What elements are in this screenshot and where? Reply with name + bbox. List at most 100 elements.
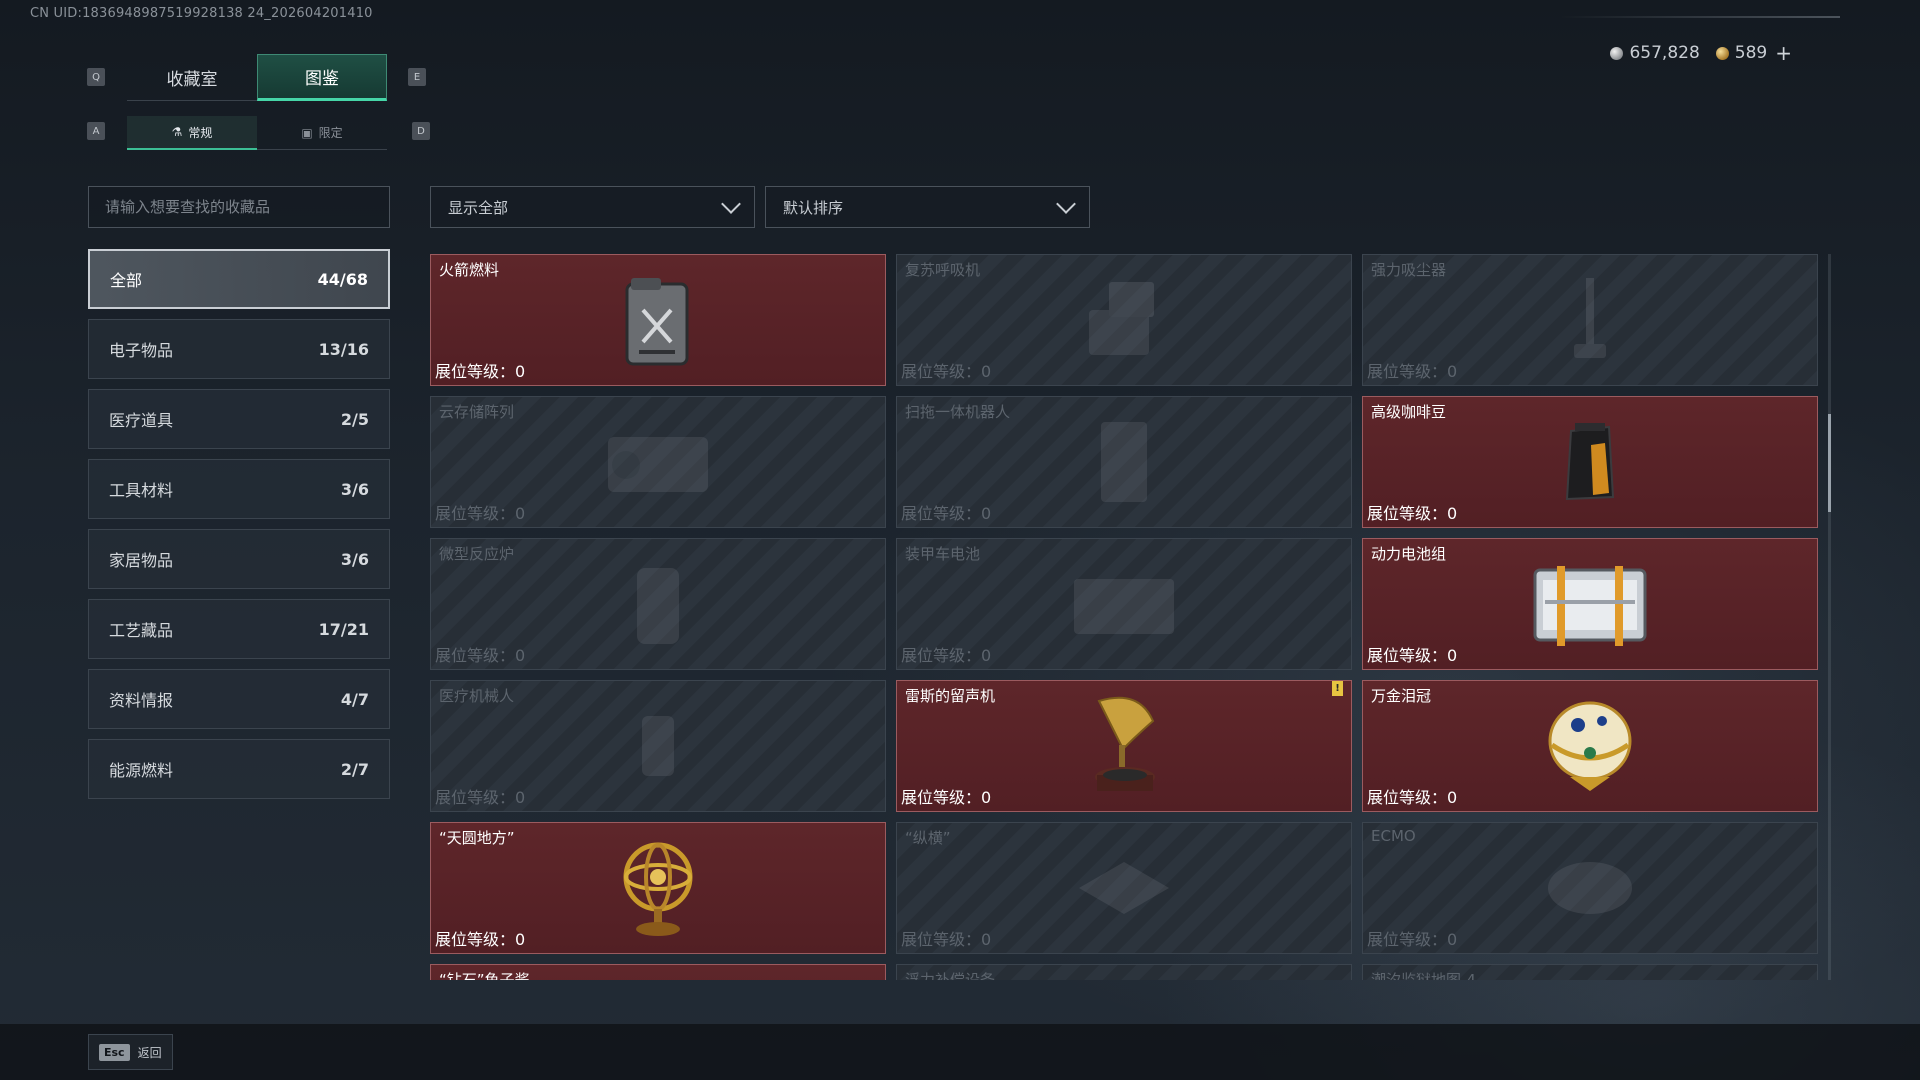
item-card[interactable]: “钻石”鱼子酱 <box>430 964 886 980</box>
item-name: “天圆地方” <box>439 829 515 847</box>
uid-label: CN UID:1836948987519928138 24_2026042014… <box>30 6 373 21</box>
item-level: 展位等级：0 <box>901 362 992 381</box>
item-name: 微型反应炉 <box>439 545 515 563</box>
coffee-bag-icon <box>1565 423 1615 501</box>
item-level: 展位等级：0 <box>1367 930 1458 949</box>
fuel-can-icon <box>625 278 689 366</box>
category-label: 工艺藏品 <box>109 621 174 640</box>
category-count: 13/16 <box>318 339 369 359</box>
category-label: 全部 <box>110 271 143 290</box>
category-count: 4/7 <box>340 689 369 709</box>
category-all[interactable]: 全部 44/68 <box>88 249 390 309</box>
item-name: 复苏呼吸机 <box>905 261 981 279</box>
category-label: 电子物品 <box>109 341 174 360</box>
jeweled-egg-icon <box>1548 701 1632 791</box>
item-level: 展位等级：0 <box>901 646 992 665</box>
back-button[interactable]: Esc 返回 <box>88 1034 173 1070</box>
filter-value: 显示全部 <box>448 198 509 217</box>
sort-value: 默认排序 <box>783 198 844 217</box>
key-a-hint: A <box>87 122 105 140</box>
category-label: 医疗道具 <box>109 411 174 430</box>
item-card[interactable]: 微型反应炉 展位等级：0 <box>430 538 886 670</box>
item-card[interactable]: 雷斯的留声机 ! 展位等级：0 <box>896 680 1352 812</box>
item-card[interactable]: ECMO 展位等级：0 <box>1362 822 1818 954</box>
gold-currency: 589 + <box>1715 43 1792 63</box>
item-card[interactable]: 云存储阵列 展位等级：0 <box>430 396 886 528</box>
item-card[interactable]: “纵横” 展位等级：0 <box>896 822 1352 954</box>
sort-dropdown[interactable]: 默认排序 <box>765 186 1090 228</box>
filter-dropdown[interactable]: 显示全部 <box>430 186 755 228</box>
search-input[interactable] <box>88 186 390 228</box>
tab-codex[interactable]: 图鉴 <box>257 54 387 101</box>
silver-amount: 657,828 <box>1629 43 1700 63</box>
add-currency-button[interactable]: + <box>1775 43 1792 63</box>
silver-currency: 657,828 <box>1610 43 1700 63</box>
item-card[interactable]: 动力电池组 展位等级：0 <box>1362 538 1818 670</box>
main-tabs: 收藏室 图鉴 <box>127 54 387 101</box>
category-count: 2/7 <box>340 759 369 779</box>
item-name: 云存储阵列 <box>439 403 515 421</box>
item-level: 展位等级：0 <box>901 930 992 949</box>
item-level: 展位等级：0 <box>435 930 526 949</box>
gold-amount: 589 <box>1734 43 1768 63</box>
subtab-limited-label: 限定 <box>318 126 343 140</box>
key-q-hint: Q <box>87 68 105 86</box>
category-intel[interactable]: 资料情报 4/7 <box>88 669 390 729</box>
subtab-regular-label: 常规 <box>188 125 213 140</box>
scrollbar-track[interactable] <box>1828 254 1831 980</box>
item-card[interactable]: 装甲车电池 展位等级：0 <box>896 538 1352 670</box>
item-name: 万金泪冠 <box>1371 687 1432 705</box>
item-card[interactable]: 浮力补偿设备 <box>896 964 1352 980</box>
subtab-regular[interactable]: ⚗ 常规 <box>127 116 257 150</box>
scrollbar-thumb[interactable] <box>1828 414 1831 512</box>
item-card[interactable]: 扫拖一体机器人 展位等级：0 <box>896 396 1352 528</box>
armillary-sphere-icon <box>623 842 693 936</box>
medical-robot-icon <box>642 716 674 776</box>
chevron-down-icon <box>1056 193 1076 214</box>
category-medical[interactable]: 医疗道具 2/5 <box>88 389 390 449</box>
item-name: 装甲车电池 <box>905 545 981 563</box>
category-crafts[interactable]: 工艺藏品 17/21 <box>88 599 390 659</box>
item-card[interactable]: 火箭燃料 展位等级：0 <box>430 254 886 386</box>
item-name: “钻石”鱼子酱 <box>439 971 530 980</box>
subtab-limited[interactable]: ▣ 限定 <box>257 116 387 150</box>
category-household[interactable]: 家居物品 3/6 <box>88 529 390 589</box>
item-level: 展位等级：0 <box>1367 646 1458 665</box>
category-energy[interactable]: 能源燃料 2/7 <box>88 739 390 799</box>
bottom-bar <box>0 1024 1920 1080</box>
item-card[interactable]: 潮汐监狱地图-4 <box>1362 964 1818 980</box>
esc-key-icon: Esc <box>99 1043 130 1061</box>
item-level: 展位等级：0 <box>435 788 526 807</box>
key-e-hint: E <box>408 68 426 86</box>
robot-vacuum-icon <box>1101 422 1147 502</box>
top-divider <box>1560 16 1840 18</box>
category-electronics[interactable]: 电子物品 13/16 <box>88 319 390 379</box>
category-label: 家居物品 <box>109 551 174 570</box>
item-card[interactable]: 高级咖啡豆 展位等级：0 <box>1362 396 1818 528</box>
item-card[interactable]: 强力吸尘器 展位等级：0 <box>1362 254 1818 386</box>
item-level: 展位等级：0 <box>1367 504 1458 523</box>
tab-collection-room[interactable]: 收藏室 <box>127 54 257 101</box>
currency-bar: 657,828 589 + <box>1610 42 1792 64</box>
category-count: 3/6 <box>340 479 369 499</box>
vacuum-icon <box>1574 278 1606 358</box>
ecmo-icon <box>1548 862 1632 914</box>
item-card[interactable]: “天圆地方” 展位等级：0 <box>430 822 886 954</box>
item-card[interactable]: 医疗机械人 展位等级：0 <box>430 680 886 812</box>
item-name: 浮力补偿设备 <box>905 971 996 980</box>
category-label: 工具材料 <box>109 481 174 500</box>
item-card[interactable]: 复苏呼吸机 展位等级：0 <box>896 254 1352 386</box>
item-card[interactable]: 万金泪冠 展位等级：0 <box>1362 680 1818 812</box>
item-level: 展位等级：0 <box>435 504 526 523</box>
item-name: 雷斯的留声机 <box>905 687 996 705</box>
category-tools[interactable]: 工具材料 3/6 <box>88 459 390 519</box>
ventilator-icon <box>1089 282 1154 355</box>
item-name: 医疗机械人 <box>439 687 515 705</box>
item-grid: 火箭燃料 展位等级：0 复苏呼吸机 展位等级：0 强力吸尘器 展位等级：0 云存… <box>430 254 1820 980</box>
item-name: 潮汐监狱地图-4 <box>1371 971 1476 980</box>
item-name: “纵横” <box>905 829 951 847</box>
category-count: 17/21 <box>318 619 369 639</box>
battery-pack-icon <box>1533 566 1647 646</box>
item-name: 扫拖一体机器人 <box>905 403 1011 421</box>
item-level: 展位等级：0 <box>1367 788 1458 807</box>
